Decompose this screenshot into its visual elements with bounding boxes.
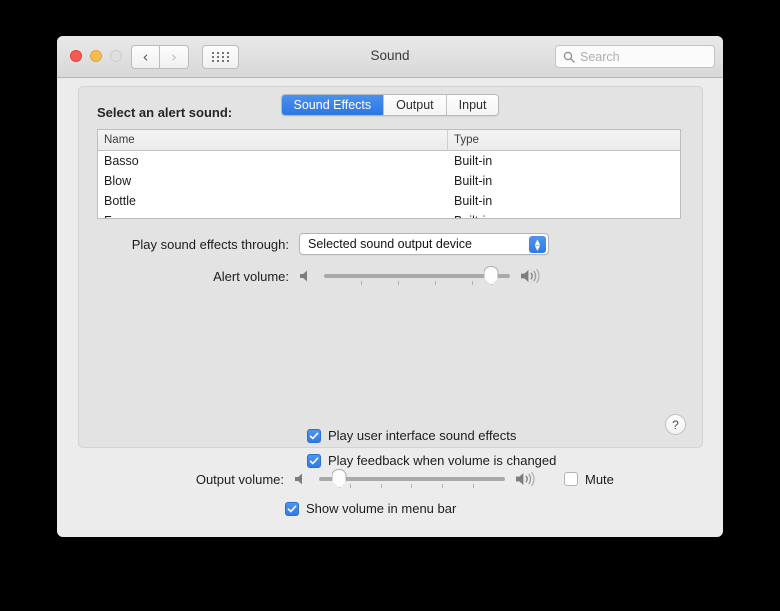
- play-through-value: Selected sound output device: [308, 237, 473, 251]
- window-titlebar: ‹ › Sound Search: [57, 36, 723, 78]
- output-volume-slider[interactable]: [319, 468, 505, 490]
- checkbox-show-in-menu-bar-label: Show volume in menu bar: [306, 501, 457, 516]
- sound-effects-panel: Select an alert sound: Name Type Basso B…: [78, 86, 703, 468]
- alert-volume-row: Alert volume:: [97, 265, 681, 287]
- checkbox-feedback[interactable]: [307, 453, 321, 468]
- checkbox-feedback-label: Play feedback when volume is changed: [328, 453, 557, 468]
- cell-name: Bottle: [104, 194, 136, 208]
- search-icon: [563, 51, 575, 63]
- alert-sound-table[interactable]: Name Type Basso Built-in Blow Built-in B…: [97, 129, 681, 219]
- table-row[interactable]: Bottle Built-in: [98, 191, 680, 211]
- slider-track: [324, 274, 510, 278]
- tab-bar: Sound Effects Output Input: [57, 94, 723, 116]
- chevron-updown-icon: ▲ ▼: [529, 236, 546, 253]
- sound-preferences-window: ‹ › Sound Search Sound Effects Output In…: [57, 36, 723, 537]
- tab-sound-effects[interactable]: Sound Effects: [281, 95, 384, 115]
- checkbox-show-in-menu-bar[interactable]: [285, 501, 299, 516]
- cell-type: Built-in: [454, 154, 493, 168]
- checkbox-ui-sounds[interactable]: [307, 428, 321, 443]
- help-button[interactable]: ?: [665, 414, 686, 435]
- cell-type: Built-in: [448, 214, 680, 218]
- cell-name: Frog: [98, 214, 448, 218]
- table-header: Name Type: [98, 130, 680, 151]
- checkbox-mute-label: Mute: [585, 471, 614, 487]
- cell-name: Blow: [104, 174, 132, 188]
- checkbox-feedback-row[interactable]: Play feedback when volume is changed: [307, 453, 556, 468]
- checkbox-ui-sounds-label: Play user interface sound effects: [328, 428, 517, 443]
- play-through-select[interactable]: Selected sound output device ▲ ▼: [299, 233, 549, 255]
- play-through-label: Play sound effects through:: [131, 236, 289, 252]
- check-icon: [309, 457, 319, 464]
- checkbox-menubar-row[interactable]: Show volume in menu bar: [285, 501, 456, 516]
- checkbox-ui-sounds-row[interactable]: Play user interface sound effects: [307, 428, 516, 443]
- column-header-type[interactable]: Type: [448, 130, 680, 150]
- play-through-row: Play sound effects through: Selected sou…: [97, 233, 681, 255]
- check-icon: [309, 432, 319, 439]
- mute-checkbox-row[interactable]: Mute: [564, 472, 614, 487]
- slider-ticks: [319, 484, 505, 488]
- alert-volume-label: Alert volume:: [213, 268, 289, 284]
- checkbox-mute[interactable]: [564, 472, 578, 486]
- slider-ticks: [324, 281, 510, 285]
- speaker-high-icon: [516, 471, 535, 487]
- table-row[interactable]: Frog Built-in: [98, 211, 680, 218]
- speaker-low-icon: [295, 473, 302, 485]
- table-row[interactable]: Blow Built-in: [98, 171, 680, 191]
- table-row[interactable]: Basso Built-in: [98, 151, 680, 171]
- cell-type: Built-in: [454, 194, 493, 208]
- column-header-name[interactable]: Name: [98, 130, 448, 150]
- alert-volume-slider[interactable]: [324, 265, 510, 287]
- output-volume-label: Output volume:: [195, 471, 284, 487]
- tab-input[interactable]: Input: [445, 95, 499, 115]
- output-volume-row: Output volume: Mute: [164, 468, 723, 490]
- tab-output[interactable]: Output: [383, 95, 446, 115]
- search-field[interactable]: Search: [555, 45, 715, 68]
- speaker-high-icon: [521, 268, 540, 284]
- speaker-low-icon: [300, 270, 307, 282]
- check-icon: [287, 505, 297, 512]
- cell-name: Basso: [104, 154, 139, 168]
- search-placeholder: Search: [580, 49, 620, 64]
- cell-type: Built-in: [454, 174, 493, 188]
